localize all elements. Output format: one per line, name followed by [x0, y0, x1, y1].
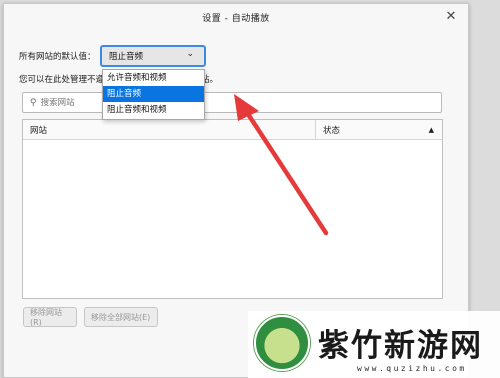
- autoplay-dropdown-menu: 允许音频和视频 阻止音频 阻止音频和视频: [102, 69, 205, 120]
- menu-item-block-audio[interactable]: 阻止音频: [103, 86, 204, 102]
- bamboo-logo-icon: [254, 315, 310, 371]
- watermark: 紫竹新游网 www.quzizhu.com: [248, 311, 500, 378]
- watermark-name: 紫竹新游网: [318, 328, 483, 364]
- menu-item-block-audio-video[interactable]: 阻止音频和视频: [103, 102, 204, 118]
- watermark-url: www.quzizhu.com: [357, 364, 467, 373]
- menu-item-allow-audio-video[interactable]: 允许音频和视频: [103, 70, 204, 86]
